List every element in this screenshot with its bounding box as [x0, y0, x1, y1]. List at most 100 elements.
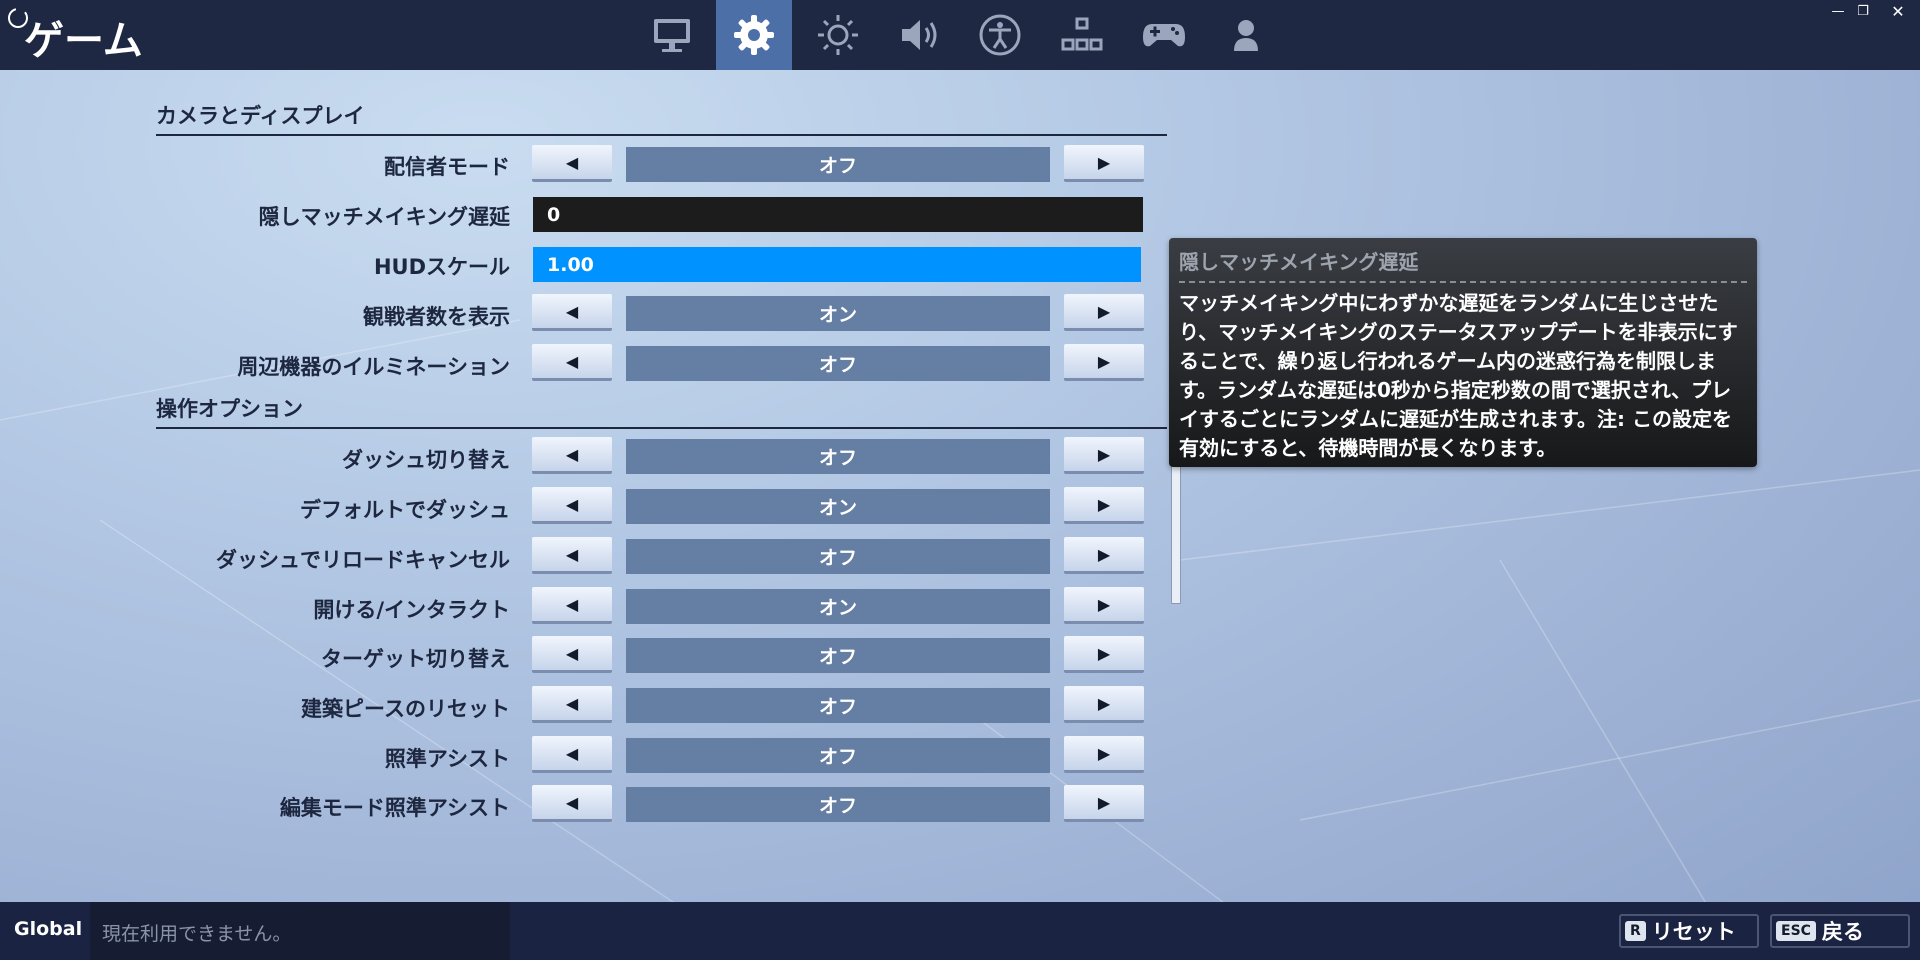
accessibility-icon — [979, 14, 1021, 56]
tab-brightness[interactable] — [800, 0, 876, 70]
edit-mode-aim-assist-value: オフ — [626, 787, 1050, 822]
spectator-count-prev-button[interactable]: ◀ — [532, 294, 612, 331]
input-tree-icon — [1061, 17, 1103, 51]
speaker-icon — [902, 20, 937, 50]
left-arrow-icon: ◀ — [565, 643, 579, 663]
tooltip-title: 隠しマッチメイキング遅延 — [1179, 246, 1747, 283]
right-arrow-icon: ▶ — [1097, 301, 1111, 321]
left-arrow-icon: ◀ — [565, 743, 579, 763]
right-arrow-icon: ▶ — [1097, 594, 1111, 614]
setting-label-toggle-targeting: ターゲット切り替え — [321, 647, 510, 671]
spectator-count-next-button[interactable]: ▶ — [1064, 294, 1144, 331]
sprint-by-default-next-button[interactable]: ▶ — [1064, 487, 1144, 524]
toggle-targeting-value: オフ — [626, 638, 1050, 673]
left-arrow-icon: ◀ — [565, 693, 579, 713]
top-nav-bar: ゲーム — ❐ ✕ — [0, 0, 1920, 70]
streamer-mode-value: オフ — [626, 147, 1050, 182]
spectator-count-value: オン — [626, 296, 1050, 331]
restore-button[interactable]: ❐ — [1855, 2, 1871, 20]
tab-audio[interactable] — [882, 0, 958, 70]
open-interact-next-button[interactable]: ▶ — [1064, 587, 1144, 624]
settings-scrollbar[interactable] — [1171, 462, 1181, 604]
left-arrow-icon: ◀ — [565, 792, 579, 812]
right-arrow-icon: ▶ — [1097, 494, 1111, 514]
open-interact-prev-button[interactable]: ◀ — [532, 587, 612, 624]
back-label: 戻る — [1821, 920, 1864, 944]
right-arrow-icon: ▶ — [1097, 792, 1111, 812]
left-arrow-icon: ◀ — [565, 351, 579, 371]
gear-icon — [734, 15, 774, 55]
setting-label-streamer-mode: 配信者モード — [384, 155, 510, 179]
setting-label-aim-assist: 照準アシスト — [384, 747, 510, 771]
right-arrow-icon: ▶ — [1097, 693, 1111, 713]
reset-label: リセット — [1651, 920, 1736, 944]
right-arrow-icon: ▶ — [1097, 351, 1111, 371]
tab-controller[interactable] — [1126, 0, 1202, 70]
peripheral-illumination-next-button[interactable]: ▶ — [1064, 344, 1144, 381]
setting-label-edit-mode-aim-assist: 編集モード照準アシスト — [279, 796, 510, 820]
streamer-mode-prev-button[interactable]: ◀ — [532, 145, 612, 182]
tooltip-body: マッチメイキング中にわずかな遅延をランダムに生じさせたり、マッチメイキングのステ… — [1179, 291, 1738, 460]
sprint-cancels-reload-value: オフ — [626, 539, 1050, 574]
close-button[interactable]: ✕ — [1888, 2, 1908, 21]
open-interact-value: オン — [626, 589, 1050, 624]
sprint-toggle-value: オフ — [626, 439, 1050, 474]
setting-label-peripheral-illumination: 周辺機器のイルミネーション — [237, 355, 510, 379]
sprint-by-default-prev-button[interactable]: ◀ — [532, 487, 612, 524]
section-header-camera-display: カメラとディスプレイ — [156, 104, 365, 128]
left-arrow-icon: ◀ — [565, 444, 579, 464]
tab-display[interactable] — [634, 0, 710, 70]
back-button[interactable]: ESC 戻る — [1770, 914, 1910, 948]
left-arrow-icon: ◀ — [565, 152, 579, 172]
toggle-targeting-next-button[interactable]: ▶ — [1064, 636, 1144, 673]
tab-input[interactable] — [1044, 0, 1120, 70]
section-divider — [156, 427, 1167, 429]
aim-assist-value: オフ — [626, 738, 1050, 773]
hud-scale-slider[interactable]: 1.00 — [533, 247, 1141, 282]
chat-input[interactable]: 現在利用できません。 — [90, 902, 510, 960]
setting-label-sprint-by-default: デフォルトでダッシュ — [300, 498, 510, 522]
sprint-toggle-prev-button[interactable]: ◀ — [532, 437, 612, 474]
hidden-matchmaking-delay-input[interactable]: 0 — [533, 197, 1143, 232]
setting-label-hud-scale: HUDスケール — [373, 255, 510, 279]
r-key-icon: R — [1625, 921, 1646, 941]
reset-building-choice-value: オフ — [626, 688, 1050, 723]
sprint-cancels-reload-prev-button[interactable]: ◀ — [532, 537, 612, 574]
right-arrow-icon: ▶ — [1097, 444, 1111, 464]
aim-assist-next-button[interactable]: ▶ — [1064, 736, 1144, 773]
bottom-bar: Global 現在利用できません。 R リセット ESC 戻る — [0, 902, 1920, 960]
right-arrow-icon: ▶ — [1097, 743, 1111, 763]
tab-game-settings[interactable] — [716, 0, 792, 70]
edit-mode-aim-assist-prev-button[interactable]: ◀ — [532, 785, 612, 822]
setting-label-sprint-toggle: ダッシュ切り替え — [342, 448, 510, 472]
peripheral-illumination-value: オフ — [626, 346, 1050, 381]
toggle-targeting-prev-button[interactable]: ◀ — [532, 636, 612, 673]
reset-building-choice-next-button[interactable]: ▶ — [1064, 686, 1144, 723]
section-divider — [156, 134, 1167, 136]
setting-label-reset-building-choice: 建築ピースのリセット — [301, 697, 510, 721]
streamer-mode-next-button[interactable]: ▶ — [1064, 145, 1144, 182]
right-arrow-icon: ▶ — [1097, 152, 1111, 172]
page-title: ゲーム — [24, 18, 143, 64]
sprint-toggle-next-button[interactable]: ▶ — [1064, 437, 1144, 474]
section-header-control-options: 操作オプション — [156, 397, 303, 421]
setting-label-sprint-cancels-reload: ダッシュでリロードキャンセル — [216, 548, 510, 572]
left-arrow-icon: ◀ — [565, 301, 579, 321]
aim-assist-prev-button[interactable]: ◀ — [532, 736, 612, 773]
right-arrow-icon: ▶ — [1097, 544, 1111, 564]
left-arrow-icon: ◀ — [565, 594, 579, 614]
tab-account[interactable] — [1208, 0, 1284, 70]
setting-description-tooltip: 隠しマッチメイキング遅延 マッチメイキング中にわずかな遅延をランダムに生じさせた… — [1169, 238, 1757, 467]
minimize-button[interactable]: — — [1830, 2, 1846, 20]
reset-building-choice-prev-button[interactable]: ◀ — [532, 686, 612, 723]
sprint-cancels-reload-next-button[interactable]: ▶ — [1064, 537, 1144, 574]
gamepad-icon — [1143, 24, 1185, 47]
chat-channel-label: Global — [14, 918, 83, 940]
account-icon — [1234, 20, 1258, 51]
edit-mode-aim-assist-next-button[interactable]: ▶ — [1064, 785, 1144, 822]
chat-placeholder: 現在利用できません。 — [102, 923, 292, 945]
setting-label-show-spectator-count: 観戦者数を表示 — [363, 305, 510, 329]
reset-button[interactable]: R リセット — [1619, 914, 1759, 948]
peripheral-illumination-prev-button[interactable]: ◀ — [532, 344, 612, 381]
tab-accessibility[interactable] — [962, 0, 1038, 70]
